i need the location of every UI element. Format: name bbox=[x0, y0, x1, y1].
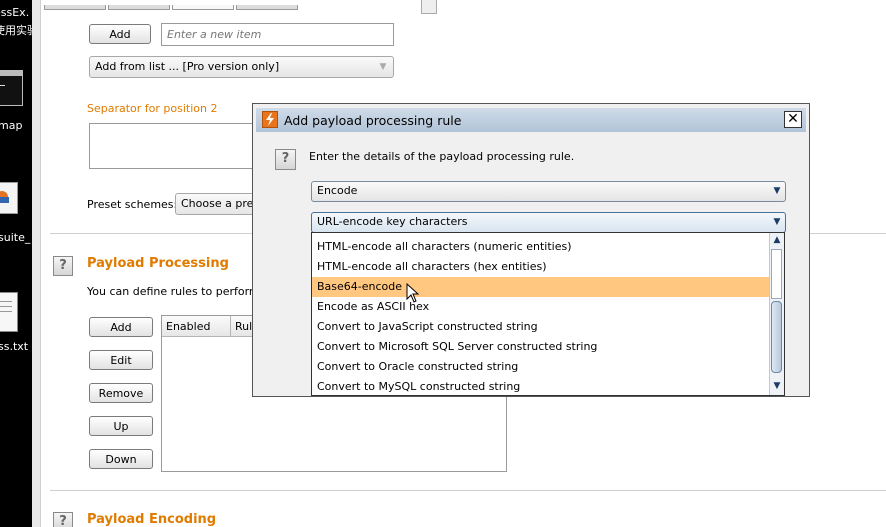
preset-schemes-value: Choose a pres bbox=[181, 197, 260, 210]
encode-method-select[interactable]: URL-encode key characters ▼ bbox=[311, 212, 786, 233]
rule-type-select[interactable]: Encode ▼ bbox=[311, 181, 786, 202]
terminal-icon[interactable] bbox=[0, 70, 23, 106]
desktop-label: ss.txt bbox=[0, 340, 29, 353]
desktop-background: essEx. 使用实验 map suite_ ss.txt bbox=[0, 0, 32, 527]
rule-type-value: Encode bbox=[317, 184, 358, 197]
burp-app-icon bbox=[262, 111, 278, 128]
payload-encoding-title: Payload Encoding bbox=[87, 512, 217, 527]
scroll-up-icon[interactable]: ▲ bbox=[770, 233, 784, 247]
column-divider bbox=[230, 316, 231, 336]
scrollbar-thumb[interactable] bbox=[771, 301, 782, 373]
add-from-list-select[interactable]: Add from list ... [Pro version only] ▼ bbox=[89, 56, 394, 78]
payload-processing-title: Payload Processing bbox=[87, 256, 229, 271]
new-item-placeholder: Enter a new item bbox=[167, 28, 262, 41]
desktop-label: 使用实验 bbox=[0, 24, 32, 37]
dropdown-option[interactable]: Convert to JavaScript constructed string bbox=[312, 317, 770, 337]
separator-label: Separator for position 2 bbox=[87, 102, 218, 115]
edit-rule-button[interactable]: Edit bbox=[89, 350, 153, 370]
move-down-button[interactable]: Down bbox=[89, 449, 153, 469]
dialog-instruction: Enter the details of the payload process… bbox=[309, 150, 575, 163]
add-from-list-label: Add from list ... [Pro version only] bbox=[95, 60, 280, 73]
payload-processing-description: You can define rules to perform va bbox=[87, 285, 277, 298]
chevron-down-icon: ▼ bbox=[379, 62, 387, 72]
desktop-label: suite_ bbox=[0, 231, 31, 244]
desktop-label: map bbox=[0, 119, 23, 132]
dropdown-option[interactable]: Convert to Oracle constructed string bbox=[312, 357, 770, 377]
panel-gutter bbox=[32, 0, 41, 527]
new-item-input[interactable]: Enter a new item bbox=[161, 23, 394, 46]
list-scroll-stub bbox=[421, 0, 437, 14]
java-file-icon[interactable] bbox=[0, 182, 18, 214]
add-rule-button[interactable]: Add bbox=[89, 317, 153, 337]
dropdown-option-highlighted[interactable]: Base64-encode bbox=[312, 277, 770, 297]
help-icon[interactable]: ? bbox=[275, 149, 296, 170]
chevron-down-icon: ▼ bbox=[773, 186, 781, 196]
desktop-label: essEx. bbox=[0, 6, 30, 19]
remove-rule-button[interactable]: Remove bbox=[89, 383, 153, 403]
dialog-title: Add payload processing rule bbox=[284, 113, 462, 128]
dropdown-option[interactable]: Encode as ASCII hex bbox=[312, 297, 770, 317]
dropdown-scrollbar[interactable]: ▲ ▼ bbox=[769, 233, 784, 395]
tab[interactable] bbox=[44, 5, 106, 10]
dialog-titlebar[interactable]: Add payload processing rule ✕ bbox=[256, 108, 806, 132]
column-header-enabled[interactable]: Enabled bbox=[166, 320, 210, 333]
help-icon[interactable]: ? bbox=[53, 256, 73, 276]
add-item-button[interactable]: Add bbox=[89, 24, 151, 44]
top-tab-strip bbox=[44, 0, 300, 10]
mouse-cursor-icon bbox=[406, 283, 420, 303]
dropdown-option[interactable]: HTML-encode all characters (hex entities… bbox=[312, 257, 770, 277]
scroll-down-icon[interactable]: ▼ bbox=[770, 379, 784, 393]
column-header-rule[interactable]: Rul bbox=[235, 320, 252, 333]
section-divider bbox=[50, 490, 886, 491]
dropdown-option[interactable]: Convert to MySQL constructed string bbox=[312, 377, 770, 395]
chevron-down-icon: ▼ bbox=[773, 217, 781, 227]
close-icon[interactable]: ✕ bbox=[784, 111, 802, 128]
dropdown-option[interactable]: Convert to Microsoft SQL Server construc… bbox=[312, 337, 770, 357]
dropdown-option[interactable]: HTML-encode all characters (numeric enti… bbox=[312, 237, 770, 257]
tab-selected[interactable] bbox=[172, 5, 234, 10]
scroll-track-segment bbox=[771, 249, 782, 299]
tab[interactable] bbox=[236, 5, 298, 10]
text-file-icon[interactable] bbox=[0, 292, 18, 332]
encode-options-dropdown[interactable]: HTML-encode all characters (numeric enti… bbox=[311, 232, 785, 396]
tab[interactable] bbox=[108, 5, 170, 10]
preset-schemes-label: Preset schemes: bbox=[87, 198, 178, 211]
encode-method-value: URL-encode key characters bbox=[317, 215, 468, 228]
move-up-button[interactable]: Up bbox=[89, 416, 153, 436]
help-icon[interactable]: ? bbox=[53, 512, 73, 527]
